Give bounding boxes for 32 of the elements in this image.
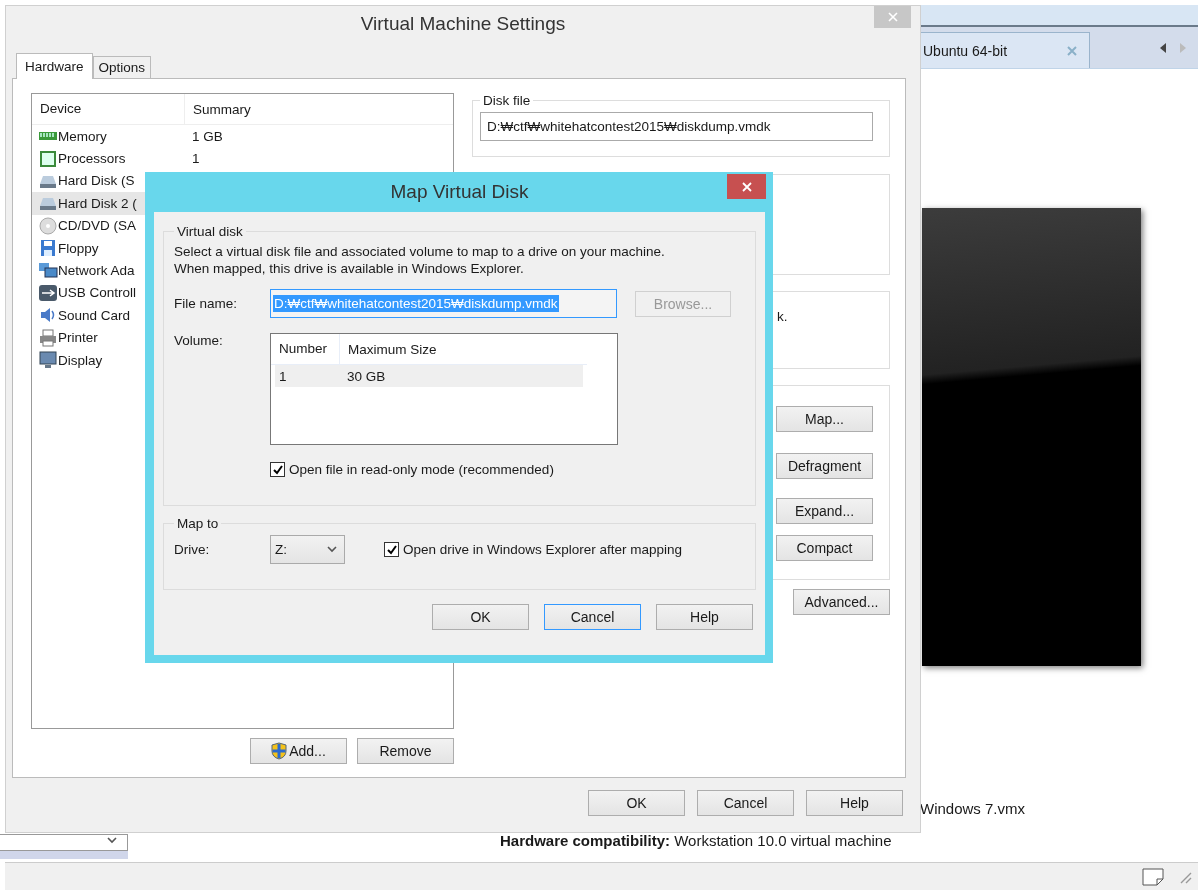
device-name: Hard Disk (S — [58, 173, 135, 189]
checkbox-label: Open file in read-only mode (recommended) — [289, 462, 554, 477]
device-name: Hard Disk 2 ( — [58, 195, 137, 211]
file-name-value: D:₩ctf₩whitehatcontest2015₩diskdump.vmdk — [273, 295, 559, 312]
device-summary: 1 — [192, 151, 200, 167]
device-name: USB Controll — [58, 285, 137, 301]
checkbox-label: Open drive in Windows Explorer after mapping — [403, 542, 683, 557]
window-title: Virtual Machine Settings — [360, 13, 566, 35]
volume-number: 1 — [278, 368, 288, 384]
partial-text: k. — [777, 309, 788, 324]
group-label: Disk file — [482, 93, 532, 108]
device-name: Floppy — [58, 240, 99, 256]
device-name: CD/DVD (SA — [58, 218, 136, 234]
field-label: Volume: — [174, 333, 224, 348]
field-label: File name: — [174, 296, 239, 311]
device-name: Network Ada — [58, 263, 135, 279]
device-summary: 1 GB — [192, 128, 223, 144]
field-label: Drive: — [174, 542, 211, 557]
description-text: Select a virtual disk file and associated volume to map to a drive on your machine. — [174, 243, 666, 260]
group-label: Map to — [176, 516, 220, 531]
compatibility-text: Hardware compatibility: Workstation 10.0 virtual machine — [500, 832, 893, 849]
description-text: When mapped, this drive is available in Windows Explorer. — [174, 260, 525, 277]
device-name: Display — [58, 352, 103, 368]
volume-size: 30 GB — [346, 368, 386, 384]
device-name: Sound Card — [58, 307, 131, 323]
device-name: Memory — [58, 128, 107, 144]
tab-label: Ubuntu 64-bit — [923, 42, 1008, 59]
vm-file-path: Windows 7.vmx — [920, 800, 1027, 819]
device-name: Processors — [58, 151, 126, 167]
dialog-title: Map Virtual Disk — [390, 181, 529, 203]
group-label: Virtual disk — [176, 224, 244, 239]
device-name: Printer — [58, 330, 98, 346]
